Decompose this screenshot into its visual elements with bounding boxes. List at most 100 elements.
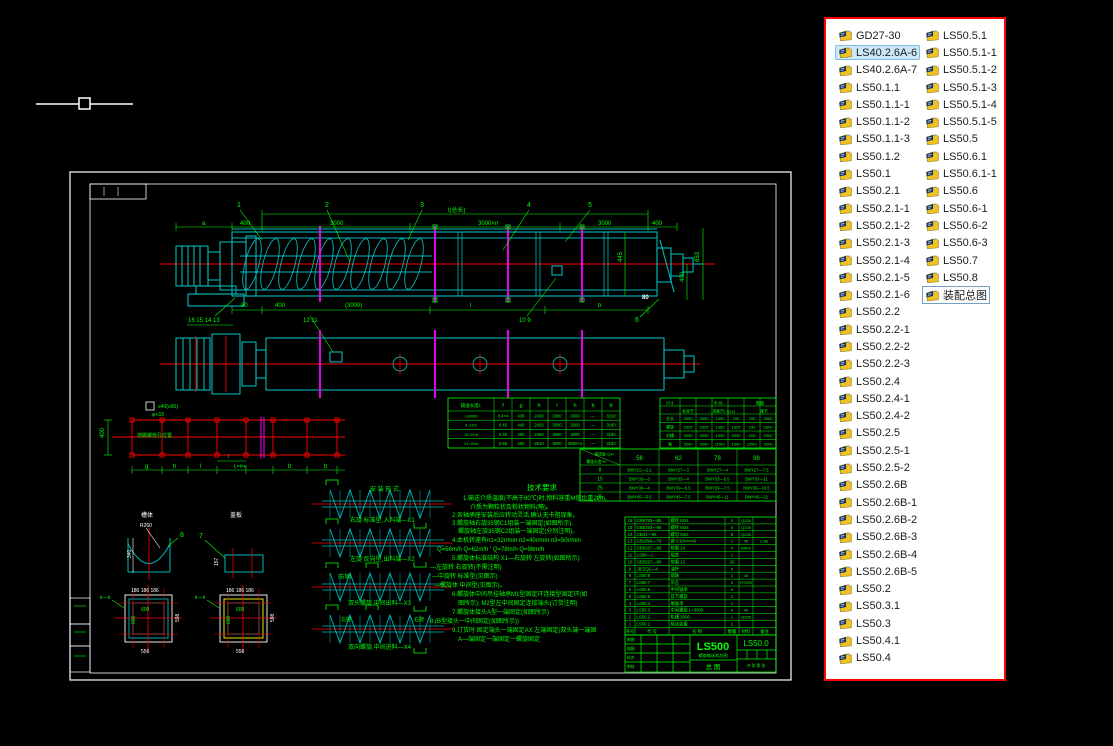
file-item[interactable]: LS50.5.1-4 <box>922 96 1000 113</box>
svg-text:1: 1 <box>731 622 734 627</box>
dwg-file-icon <box>838 289 853 302</box>
file-item-label: LS50.4.1 <box>856 635 900 647</box>
svg-text:10 9: 10 9 <box>519 318 531 324</box>
file-item[interactable]: LS50.2.1-2 <box>835 217 920 234</box>
file-item[interactable]: LS50.1 <box>835 165 920 182</box>
dwg-file-icon <box>838 219 853 232</box>
dwg-file-icon <box>838 237 853 250</box>
file-item[interactable]: LS50.2.2-2 <box>835 338 920 355</box>
file-item[interactable]: LS50.6 <box>922 183 1000 200</box>
svg-text:驱动装置: 驱动装置 <box>671 621 689 628</box>
file-item[interactable]: LS50.2.1-6 <box>835 286 920 303</box>
svg-text:b: b <box>609 403 612 409</box>
file-item[interactable]: LS50.7 <box>922 252 1000 269</box>
svg-text:GB5783—86: GB5783—86 <box>637 518 662 523</box>
file-item[interactable]: LS40.2.6A-6 <box>835 44 920 61</box>
file-item[interactable]: LS50.6.1 <box>922 148 1000 165</box>
file-item-inner: LS50.1.1-2 <box>835 115 913 130</box>
svg-text:3180: 3180 <box>606 432 616 437</box>
svg-text:序号: 序号 <box>626 628 635 635</box>
svg-text:JB/ZQ1—4: JB/ZQ1—4 <box>637 566 659 571</box>
file-item[interactable]: LS50.2.1 <box>835 183 920 200</box>
svg-text:598: 598 <box>270 613 276 622</box>
file-item[interactable]: LS50.2.6B-2 <box>835 511 920 528</box>
file-item[interactable]: LS50.1.1 <box>835 79 920 96</box>
file-item[interactable]: 装配总图 <box>922 286 1000 303</box>
svg-text:1: 1 <box>731 539 734 544</box>
svg-text:3000: 3000 <box>570 423 580 428</box>
file-item[interactable]: LS50.2.4-1 <box>835 390 920 407</box>
file-item[interactable]: LS50.1.1-2 <box>835 113 920 130</box>
file-item[interactable]: LS50.2.6B-4 <box>835 546 920 563</box>
file-item[interactable]: LS50.6-2 <box>922 217 1000 234</box>
dwg-file-icon <box>838 635 853 648</box>
file-item[interactable]: LS50.2.2 <box>835 304 920 321</box>
svg-text:HT200: HT200 <box>740 580 753 585</box>
file-item[interactable]: LS50.5.1-2 <box>922 62 1000 79</box>
svg-text:4: 4 <box>527 202 531 209</box>
svg-text:400: 400 <box>275 303 286 309</box>
file-item[interactable]: LS50.6-3 <box>922 235 1000 252</box>
file-item[interactable]: LS50.5.1 <box>922 27 1000 44</box>
file-item[interactable]: LS50.8 <box>922 269 1000 286</box>
svg-text:中间螺旋 L=3000: 中间螺旋 L=3000 <box>671 607 704 614</box>
svg-text:2450: 2450 <box>534 432 544 437</box>
svg-text:BWY39—5.5: BWY39—5.5 <box>666 485 691 490</box>
file-item[interactable]: LS50.4.1 <box>835 632 920 649</box>
svg-text:200: 200 <box>749 433 756 438</box>
file-item[interactable]: LS50.2.6B-5 <box>835 563 920 580</box>
svg-text:2925: 2925 <box>700 425 710 430</box>
file-item-label: 装配总图 <box>943 287 987 303</box>
svg-text:400: 400 <box>680 271 686 282</box>
file-item[interactable]: LS50.1.2 <box>835 148 920 165</box>
svg-text:键 C10×4×40: 键 C10×4×40 <box>671 538 697 545</box>
file-item[interactable]: LS50.2.2-1 <box>835 321 920 338</box>
svg-text:1: 1 <box>731 601 734 606</box>
plan-view <box>160 330 700 398</box>
svg-text:4: 4 <box>731 525 734 530</box>
file-item[interactable]: LS50.2.6B-3 <box>835 529 920 546</box>
svg-text:Q=56m/h Q=62m/h ′ Q=78m/h: Q=56m/h Q=62m/h ′ Q=78m/h Q=98m/h <box>437 547 544 553</box>
file-item-label: LS50.2.5 <box>856 427 900 439</box>
file-item[interactable]: LS50.2 <box>835 581 920 598</box>
file-item[interactable]: LS50.2.1-3 <box>835 235 920 252</box>
svg-text:LS50.0: LS50.0 <box>743 639 769 648</box>
file-item[interactable]: LS50.2.4 <box>835 373 920 390</box>
file-item[interactable]: LS50.5.1-3 <box>922 79 1000 96</box>
file-item[interactable]: LS50.1.1-3 <box>835 131 920 148</box>
file-item[interactable]: LS50.2.5 <box>835 425 920 442</box>
collapsed-toolbar[interactable] <box>36 98 133 109</box>
file-item[interactable]: LS50.2.5-2 <box>835 459 920 476</box>
svg-text:1: 1 <box>629 622 632 627</box>
file-item[interactable]: LS50.3.1 <box>835 598 920 615</box>
svg-text:备注: 备注 <box>760 628 769 635</box>
file-item[interactable]: LS40.2.6A-7 <box>835 62 920 79</box>
file-item[interactable]: LS50.2.6B <box>835 477 920 494</box>
file-item[interactable]: LS50.3 <box>835 615 920 632</box>
file-item[interactable]: LS50.2.4-2 <box>835 408 920 425</box>
file-item[interactable]: GD27-30 <box>835 27 920 44</box>
dwg-file-icon <box>925 150 940 163</box>
svg-text:45: 45 <box>744 573 749 578</box>
file-item-label: LS50.2.6B <box>856 479 907 491</box>
file-item[interactable]: LS50.6.1-1 <box>922 165 1000 182</box>
file-item-inner: LS50.2.4-1 <box>835 391 913 406</box>
svg-text:h: h <box>573 403 576 409</box>
file-item[interactable]: LS50.2.5-1 <box>835 442 920 459</box>
file-item[interactable]: LS50.2.1-4 <box>835 252 920 269</box>
svg-text:8: 8 <box>629 573 632 578</box>
file-item[interactable]: LS50.5.1-5 <box>922 113 1000 130</box>
file-item[interactable]: LS50.4 <box>835 650 920 667</box>
file-item-label: LS50.2.6B-5 <box>856 566 917 578</box>
file-item[interactable]: LS50.1.1-1 <box>835 96 920 113</box>
file-item[interactable]: LS50.2.1-5 <box>835 269 920 286</box>
file-item-label: LS50.6 <box>943 185 978 197</box>
file-item[interactable]: LS50.5.1-1 <box>922 44 1000 61</box>
svg-text:垫圈 12: 垫圈 12 <box>671 558 686 565</box>
svg-text:12: 12 <box>628 546 633 551</box>
file-item[interactable]: LS50.6-1 <box>922 200 1000 217</box>
file-item[interactable]: LS50.2.2-3 <box>835 356 920 373</box>
file-item[interactable]: LS50.5 <box>922 131 1000 148</box>
file-item[interactable]: LS50.2.6B-1 <box>835 494 920 511</box>
file-item[interactable]: LS50.2.1-1 <box>835 200 920 217</box>
